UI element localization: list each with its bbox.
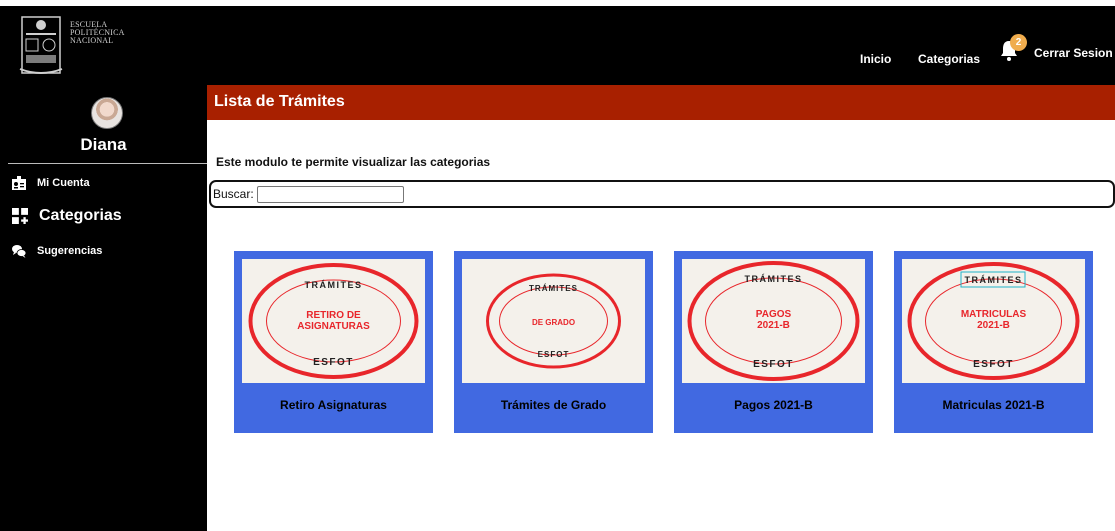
page-subtitle: Este modulo te permite visualizar las ca…: [216, 155, 491, 169]
logo-line: NACIONAL: [70, 36, 114, 45]
category-card-pagos-2021-b[interactable]: TRÁMITES PAGOS 2021-B ESFOT Pagos 2021-B: [674, 251, 873, 433]
card-image[interactable]: TRÁMITES RETIRO DE ASIGNATURAS ESFOT: [242, 259, 425, 383]
sidebar-item-categorias[interactable]: Categorias: [12, 207, 122, 225]
main-content: Lista de Trámites Este modulo te permite…: [207, 85, 1115, 531]
stamp-middle-text: ASIGNATURAS: [297, 321, 370, 332]
grid-plus-icon: [12, 208, 28, 224]
sidebar: Diana Mi Cuenta Categorias Sugerencias: [0, 85, 207, 531]
notification-badge: 2: [1010, 34, 1027, 51]
top-navbar: ESCUELA POLITÉCNICA NACIONAL Inicio Cate…: [0, 6, 1115, 85]
card-image[interactable]: TRÁMITES DE GRADO ESFOT: [462, 259, 645, 383]
stamp-middle-text: 2021-B: [977, 320, 1010, 331]
sidebar-item-label: Categorias: [39, 207, 122, 224]
stamp-middle-text: 2021-B: [757, 320, 790, 331]
stamp-top-text: TRÁMITES: [965, 275, 1023, 285]
card-image[interactable]: TRÁMITES MATRICULAS 2021-B ESFOT: [902, 259, 1085, 383]
username: Diana: [80, 135, 127, 154]
logo[interactable]: ESCUELA POLITÉCNICA NACIONAL: [16, 15, 136, 77]
logout-link[interactable]: Cerrar Sesion: [1034, 46, 1113, 60]
card-title[interactable]: Pagos 2021-B: [674, 398, 873, 412]
stamp-middle-text: MATRICULAS: [961, 309, 1027, 320]
category-card-matriculas-2021-b[interactable]: TRÁMITES MATRICULAS 2021-B ESFOT Matricu…: [894, 251, 1093, 433]
stamp-graphic: TRÁMITES PAGOS 2021-B ESFOT: [687, 261, 860, 381]
stamp-top-text: TRÁMITES: [745, 274, 803, 284]
stamp-bottom-text: ESFOT: [753, 359, 794, 370]
epn-emblem-icon: [19, 16, 63, 74]
search-bar: Buscar:: [209, 180, 1115, 208]
chat-bubbles-icon: [12, 245, 26, 258]
nav-link-categorias[interactable]: Categorias: [918, 52, 980, 66]
stamp-graphic: TRÁMITES MATRICULAS 2021-B ESFOT: [907, 262, 1080, 380]
stamp-graphic: TRÁMITES RETIRO DE ASIGNATURAS ESFOT: [248, 263, 419, 379]
stamp-bottom-text: ESFOT: [973, 359, 1014, 370]
card-title[interactable]: Matriculas 2021-B: [894, 398, 1093, 412]
sidebar-item-mi-cuenta[interactable]: Mi Cuenta: [12, 176, 90, 190]
search-label: Buscar:: [213, 187, 254, 201]
nav-link-inicio[interactable]: Inicio: [860, 52, 891, 66]
page-title: Lista de Trámites: [214, 93, 345, 110]
stamp-middle-text: DE GRADO: [532, 318, 575, 327]
stamp-top-text: TRÁMITES: [529, 284, 578, 293]
sidebar-item-sugerencias[interactable]: Sugerencias: [12, 244, 102, 258]
card-title[interactable]: Retiro Asignaturas: [234, 398, 433, 412]
stamp-top-text: TRÁMITES: [305, 280, 363, 290]
stamp-middle-text: RETIRO DE: [306, 310, 361, 321]
stamp-bottom-text: ESFOT: [538, 350, 570, 359]
search-input[interactable]: [256, 185, 404, 203]
stamp-middle-text: PAGOS: [756, 309, 792, 320]
category-card-retiro-asignaturas[interactable]: TRÁMITES RETIRO DE ASIGNATURAS ESFOT Ret…: [234, 251, 433, 433]
sidebar-item-label: Sugerencias: [37, 245, 103, 257]
id-card-icon: [12, 176, 26, 190]
sidebar-divider: [8, 163, 207, 164]
avatar[interactable]: [91, 97, 123, 129]
category-card-tramites-de-grado[interactable]: TRÁMITES DE GRADO ESFOT Trámites de Grad…: [454, 251, 653, 433]
card-title[interactable]: Trámites de Grado: [454, 398, 653, 412]
sidebar-item-label: Mi Cuenta: [37, 177, 90, 189]
logo-text: ESCUELA POLITÉCNICA NACIONAL: [70, 21, 125, 45]
page-header: Lista de Trámites: [207, 85, 1115, 120]
app-frame: ESCUELA POLITÉCNICA NACIONAL Inicio Cate…: [0, 0, 1115, 531]
card-image[interactable]: TRÁMITES PAGOS 2021-B ESFOT: [682, 259, 865, 383]
stamp-bottom-text: ESFOT: [313, 357, 354, 368]
stamp-graphic: TRÁMITES DE GRADO ESFOT: [486, 273, 621, 369]
